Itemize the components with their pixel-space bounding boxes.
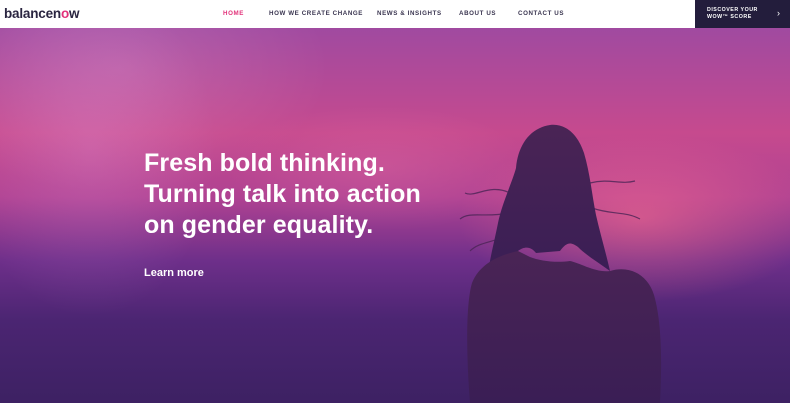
woman-silhouette-image: [459, 124, 662, 403]
discover-wow-score-button[interactable]: DISCOVER YOUR WOW™ SCORE ›: [695, 0, 790, 28]
headline-line-2: Turning talk into action: [144, 180, 421, 208]
headline-line-1: Fresh bold thinking.: [144, 149, 385, 177]
site-header: balancenow HOME HOW WE CREATE CHANGE NEW…: [0, 0, 790, 28]
hero-section: Fresh bold thinking. Turning talk into a…: [0, 28, 790, 403]
nav-item-about-us[interactable]: ABOUT US: [459, 10, 496, 18]
chevron-right-icon: ›: [777, 8, 780, 18]
nav-item-news-insights[interactable]: NEWS & INSIGHTS: [377, 10, 442, 18]
page: balancenow HOME HOW WE CREATE CHANGE NEW…: [0, 0, 790, 403]
learn-more-link[interactable]: Learn more: [144, 266, 204, 280]
nav-item-contact-us[interactable]: CONTACT US: [518, 10, 564, 18]
main-nav: HOME HOW WE CREATE CHANGE NEWS & INSIGHT…: [0, 0, 790, 28]
nav-item-home[interactable]: HOME: [223, 10, 244, 18]
hero-headline: Fresh bold thinking. Turning talk into a…: [144, 148, 474, 241]
headline-line-3: on gender equality.: [144, 211, 374, 239]
nav-item-how-we-create-change[interactable]: HOW WE CREATE CHANGE: [269, 10, 363, 18]
cta-label: DISCOVER YOUR WOW™ SCORE: [707, 7, 758, 20]
